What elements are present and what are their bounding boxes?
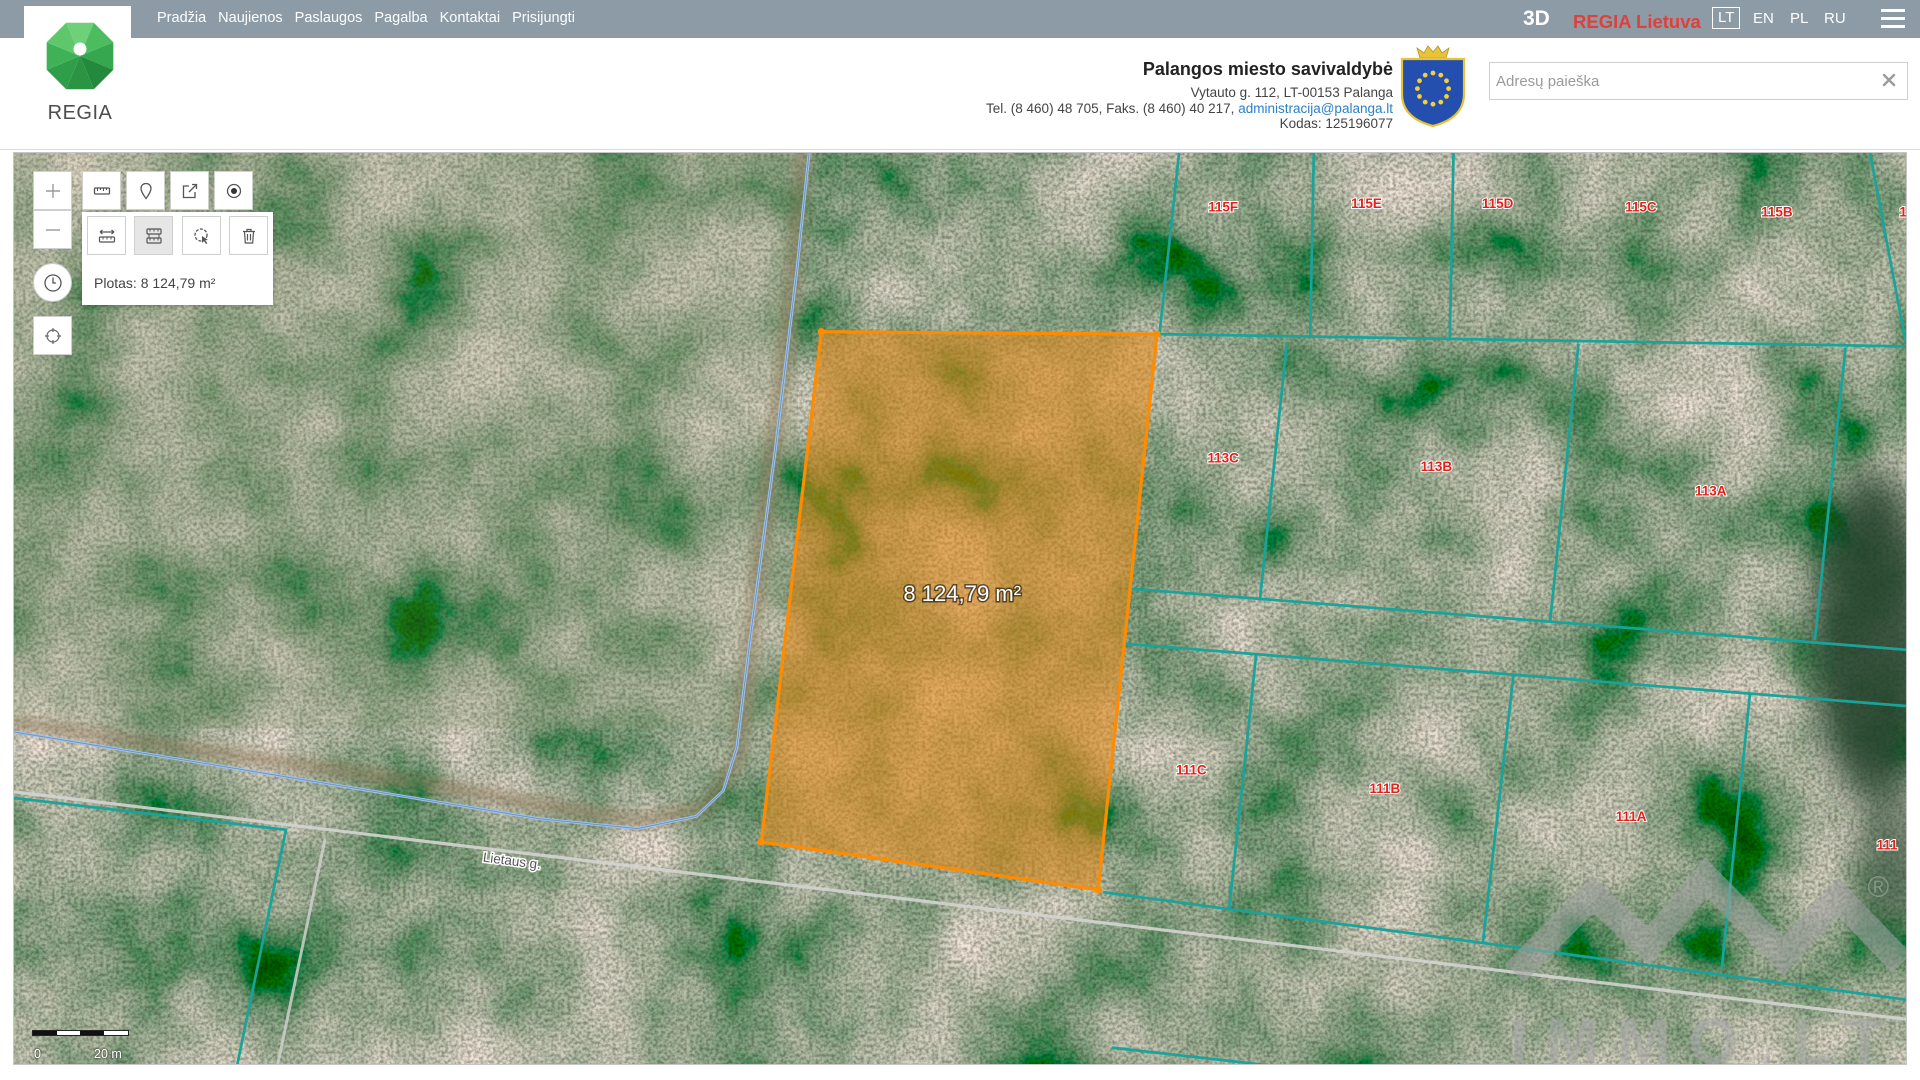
main-nav: Pradžia Naujienos Paslaugos Pagalba Kont…: [157, 0, 575, 36]
zoom-out-button[interactable]: [33, 210, 72, 249]
watermark-text: IMMO.LT: [1510, 1007, 1903, 1065]
parcel-label[interactable]: 113B: [1420, 458, 1454, 475]
parcel-label[interactable]: 1: [1898, 204, 1907, 221]
plus-icon: [45, 183, 60, 198]
nav-link-login[interactable]: Prisijungti: [512, 10, 575, 26]
nav-link-news[interactable]: Naujienos: [218, 10, 283, 26]
measured-area-text: Plotas: 8 124,79 m²: [94, 275, 216, 291]
coat-of-arms: [1400, 45, 1466, 128]
share-icon: [182, 183, 197, 198]
history-button[interactable]: [33, 263, 72, 302]
measured-area-polygon[interactable]: [759, 330, 1159, 892]
regia-lietuva-link[interactable]: REGIA Lietuva: [1573, 11, 1701, 33]
municipality-phones: Tel. (8 460) 48 705, Faks. (8 460) 40 21…: [986, 100, 1235, 116]
measure-radius-button[interactable]: [182, 216, 221, 255]
clock-icon: [43, 273, 62, 292]
scale-bar: [32, 1030, 129, 1036]
polygon-vertex-handle[interactable]: [1153, 330, 1161, 338]
logo-text: REGIA: [47, 102, 113, 124]
map-view[interactable]: 8 124,79 m² 115F 115E 115D 115C 115B 1 1…: [13, 152, 1907, 1065]
polygon-vertex-handle[interactable]: [757, 838, 765, 846]
municipality-address: Vytauto g. 112, LT-00153 Palanga: [1190, 85, 1393, 100]
parcel-label[interactable]: 115D: [1481, 195, 1515, 212]
locate-button[interactable]: [33, 316, 72, 355]
pin-icon: [139, 182, 152, 200]
parcel-label[interactable]: 115C: [1624, 199, 1658, 216]
nav-link-services[interactable]: Paslaugos: [295, 10, 363, 26]
municipality-email-link[interactable]: administracija@palanga.lt: [1238, 101, 1393, 116]
nav-link-home[interactable]: Pradžia: [157, 10, 206, 26]
marker-tool-button[interactable]: [126, 171, 165, 210]
3d-mode-button[interactable]: 3D: [1523, 7, 1550, 31]
minus-icon: [45, 228, 60, 231]
header-divider: [0, 149, 1920, 150]
hamburger-icon[interactable]: [1881, 9, 1905, 28]
clear-measurements-button[interactable]: [229, 216, 268, 255]
address-search: [1489, 62, 1908, 100]
parcel-label[interactable]: 115E: [1350, 195, 1383, 212]
ruler-icon: [93, 186, 110, 195]
close-icon[interactable]: [1879, 70, 1899, 90]
language-lt[interactable]: LT: [1712, 7, 1741, 29]
measured-area-label: 8 124,79 m²: [903, 581, 1021, 606]
parcel-label[interactable]: 111: [1876, 836, 1899, 853]
parcel-label[interactable]: 115F: [1207, 199, 1239, 216]
scale-label-start: 0: [34, 1047, 41, 1061]
parcel-label[interactable]: 111B: [1369, 780, 1402, 797]
municipality-code: Kodas: 125196077: [1279, 116, 1393, 131]
measure-distance-icon: [98, 229, 115, 243]
polygon-vertex-handle[interactable]: [817, 328, 826, 336]
parcel-label[interactable]: 113C: [1206, 450, 1240, 467]
language-ru[interactable]: RU: [1824, 10, 1846, 27]
watermark-registered-mark: ®: [1868, 871, 1890, 904]
measure-radius-icon: [193, 227, 208, 244]
measure-tool-button[interactable]: [82, 171, 121, 210]
parcel-label[interactable]: 115B: [1760, 204, 1794, 221]
nav-link-help[interactable]: Pagalba: [374, 10, 427, 26]
parcel-label[interactable]: 113A: [1694, 483, 1728, 500]
top-bar: Pradžia Naujienos Paslaugos Pagalba Kont…: [0, 0, 1920, 38]
point-tool-button[interactable]: [214, 171, 253, 210]
measure-area-icon: [145, 227, 162, 244]
zoom-in-button[interactable]: [33, 171, 72, 210]
language-en[interactable]: EN: [1753, 10, 1774, 27]
measure-area-button[interactable]: [134, 216, 173, 255]
municipality-name: Palangos miesto savivaldybė: [1142, 59, 1393, 79]
municipality-info: Palangos miesto savivaldybė Vytauto g. 1…: [986, 58, 1393, 132]
regia-logo-icon[interactable]: [43, 21, 117, 95]
measure-distance-button[interactable]: [87, 216, 126, 255]
scale-label-end: 20 m: [94, 1047, 122, 1061]
locate-icon: [44, 327, 61, 344]
nav-link-contacts[interactable]: Kontaktai: [440, 10, 500, 26]
measure-panel: Plotas: 8 124,79 m²: [82, 212, 273, 305]
parcel-label[interactable]: 111C: [1175, 762, 1208, 779]
target-icon: [226, 183, 241, 198]
parcel-label[interactable]: 111A: [1615, 808, 1648, 825]
language-pl[interactable]: PL: [1790, 10, 1808, 27]
map-canvas[interactable]: 8 124,79 m² 115F 115E 115D 115C 115B 1 1…: [14, 153, 1907, 1065]
share-tool-button[interactable]: [170, 171, 209, 210]
polygon-vertex-handle[interactable]: [1094, 886, 1102, 894]
address-search-input[interactable]: [1490, 63, 1882, 99]
trash-icon: [242, 228, 255, 244]
municipality-contacts-line: Tel. (8 460) 48 705, Faks. (8 460) 40 21…: [986, 101, 1393, 117]
